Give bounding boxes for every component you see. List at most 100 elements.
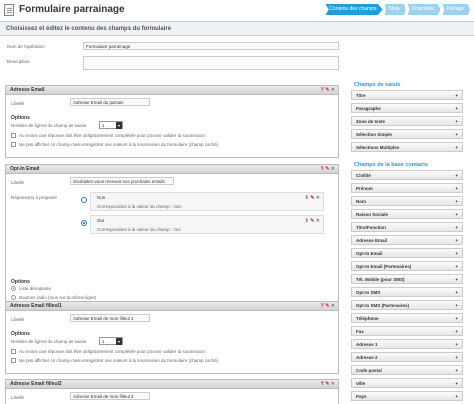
operation-name-input[interactable]: Formulaire parrainage: [83, 42, 339, 50]
palette-item-label: Opt-In Email: [356, 251, 383, 256]
field-header[interactable]: Adresse Email filleul2 Y ✎ ✕: [6, 380, 338, 389]
close-icon[interactable]: ✕: [331, 381, 335, 387]
hidden-checkbox[interactable]: [11, 142, 16, 147]
edit-icon[interactable]: ✎: [325, 381, 329, 387]
close-icon[interactable]: ✕: [331, 87, 335, 93]
palette-item-label: Ville: [356, 381, 366, 386]
close-icon[interactable]: ✕: [316, 195, 320, 201]
add-icon[interactable]: +: [455, 143, 458, 152]
palette-saisie-item[interactable]: Sélections Multiples +: [351, 142, 463, 152]
edit-icon[interactable]: ✎: [325, 87, 329, 93]
add-icon[interactable]: +: [455, 91, 458, 100]
palette-contact-item[interactable]: Adresse Email +: [351, 235, 463, 245]
edit-icon[interactable]: ✎: [325, 166, 329, 172]
filter-icon[interactable]: Y: [321, 87, 324, 93]
palette-contact-item[interactable]: Adresse 1 +: [351, 339, 463, 349]
add-icon[interactable]: +: [455, 314, 458, 323]
add-icon[interactable]: +: [455, 236, 458, 245]
edit-icon[interactable]: ✎: [325, 303, 329, 309]
saisie-heading: Champs de saisie: [354, 82, 401, 88]
palette-item-label: Civilité: [356, 173, 371, 178]
edit-icon[interactable]: ✎: [310, 218, 314, 224]
lines-select[interactable]: 1: [99, 121, 123, 129]
palette-contact-item[interactable]: Opt-In Email (Partenaires) +: [351, 261, 463, 271]
close-icon[interactable]: ✕: [316, 218, 320, 224]
palette-contact-item[interactable]: Ville +: [351, 378, 463, 388]
palette-saisie-item[interactable]: Titre +: [351, 90, 463, 100]
filter-icon[interactable]: Y: [321, 381, 324, 387]
palette-contact-item[interactable]: Tél. Mobile (pour SMS) +: [351, 274, 463, 284]
add-icon[interactable]: +: [455, 340, 458, 349]
close-icon[interactable]: ✕: [331, 166, 335, 172]
add-icon[interactable]: +: [455, 288, 458, 297]
palette-item-label: Code postal: [356, 368, 382, 373]
palette-contact-item[interactable]: Nom +: [351, 196, 463, 206]
palette-contact-item[interactable]: Prénom +: [351, 183, 463, 193]
description-input[interactable]: [83, 56, 339, 70]
libelle-input[interactable]: Souhaitez-vous recevoir nos prochains em…: [70, 177, 174, 185]
add-icon[interactable]: +: [455, 353, 458, 362]
libelle-input[interactable]: Adresse Email de mon filleul 1: [70, 314, 150, 322]
display-radio-list[interactable]: [11, 286, 16, 291]
palette-contact-item[interactable]: Pays +: [351, 391, 463, 401]
libelle-input[interactable]: Adresse Email de mon filleul 2: [70, 392, 150, 400]
answer-default-radio[interactable]: [81, 220, 87, 226]
step-contenu[interactable]: Contenu des champs: [325, 4, 383, 15]
add-icon[interactable]: +: [455, 210, 458, 219]
palette-contact-item[interactable]: Adresse 2 +: [351, 352, 463, 362]
filter-icon[interactable]: Y: [321, 166, 324, 172]
add-icon[interactable]: +: [455, 249, 458, 258]
filter-icon[interactable]: Y: [321, 303, 324, 309]
add-icon[interactable]: +: [455, 171, 458, 180]
add-icon[interactable]: +: [455, 327, 458, 336]
move-icon[interactable]: ⇕: [305, 195, 309, 201]
palette-contact-item[interactable]: Titre/Fonction +: [351, 222, 463, 232]
palette-contact-item[interactable]: Opt-In Email +: [351, 248, 463, 258]
add-icon[interactable]: +: [455, 366, 458, 375]
field-palette: Champs de saisie Titre + Paragraphe + Zone d…: [351, 82, 463, 404]
palette-contact-item[interactable]: Code postal +: [351, 365, 463, 375]
display-radio-inline[interactable]: [11, 295, 16, 300]
add-icon[interactable]: +: [455, 184, 458, 193]
step-partage[interactable]: Partage: [442, 4, 470, 15]
lines-label: Nombre de lignes du champ de saisie: [11, 123, 87, 128]
palette-contact-item[interactable]: Raison Sociale +: [351, 209, 463, 219]
add-icon[interactable]: +: [455, 275, 458, 284]
add-icon[interactable]: +: [455, 262, 458, 271]
add-icon[interactable]: +: [455, 301, 458, 310]
edit-icon[interactable]: ✎: [310, 195, 314, 201]
palette-saisie-item[interactable]: Paragraphe +: [351, 103, 463, 113]
step-style[interactable]: Style: [384, 4, 406, 15]
libelle-input[interactable]: Adresse Email du parrain: [70, 98, 150, 106]
answer-default-radio[interactable]: [81, 197, 87, 203]
palette-item-label: Opt-In SMS: [356, 290, 381, 295]
palette-saisie-item[interactable]: Sélection Simple +: [351, 129, 463, 139]
add-icon[interactable]: +: [455, 197, 458, 206]
add-icon[interactable]: +: [455, 104, 458, 113]
lines-select[interactable]: 1: [99, 337, 123, 345]
palette-contact-item[interactable]: Opt-In SMS +: [351, 287, 463, 297]
add-icon[interactable]: +: [455, 130, 458, 139]
field-header[interactable]: Adresse Email Y ✎ ✕: [6, 86, 338, 95]
move-icon[interactable]: ⇕: [305, 218, 309, 224]
palette-contact-item[interactable]: Fax +: [351, 326, 463, 336]
palette-item-label: Paragraphe: [356, 106, 381, 111]
add-icon[interactable]: +: [455, 379, 458, 388]
palette-saisie-item[interactable]: Zone de texte +: [351, 116, 463, 126]
contacts-heading: Champs de la base contacts: [354, 162, 428, 168]
field-header[interactable]: Opt-In Email Y ✎ ✕: [6, 165, 338, 174]
required-checkbox[interactable]: [11, 349, 16, 354]
add-icon[interactable]: +: [455, 223, 458, 232]
options-heading: Options: [11, 331, 30, 337]
palette-contact-item[interactable]: Civilité +: [351, 170, 463, 180]
step-proprietes[interactable]: Propriétés: [407, 4, 441, 15]
add-icon[interactable]: +: [455, 392, 458, 401]
required-checkbox[interactable]: [11, 133, 16, 138]
add-icon[interactable]: +: [455, 117, 458, 126]
palette-contact-item[interactable]: Téléphone +: [351, 313, 463, 323]
hidden-checkbox[interactable]: [11, 358, 16, 363]
field-header[interactable]: Adresse Email filleul1 Y ✎ ✕: [6, 302, 338, 311]
close-icon[interactable]: ✕: [331, 303, 335, 309]
answer-tools: ⇕ ✎ ✕: [305, 195, 320, 201]
palette-contact-item[interactable]: Opt-In SMS (Partenaires) +: [351, 300, 463, 310]
